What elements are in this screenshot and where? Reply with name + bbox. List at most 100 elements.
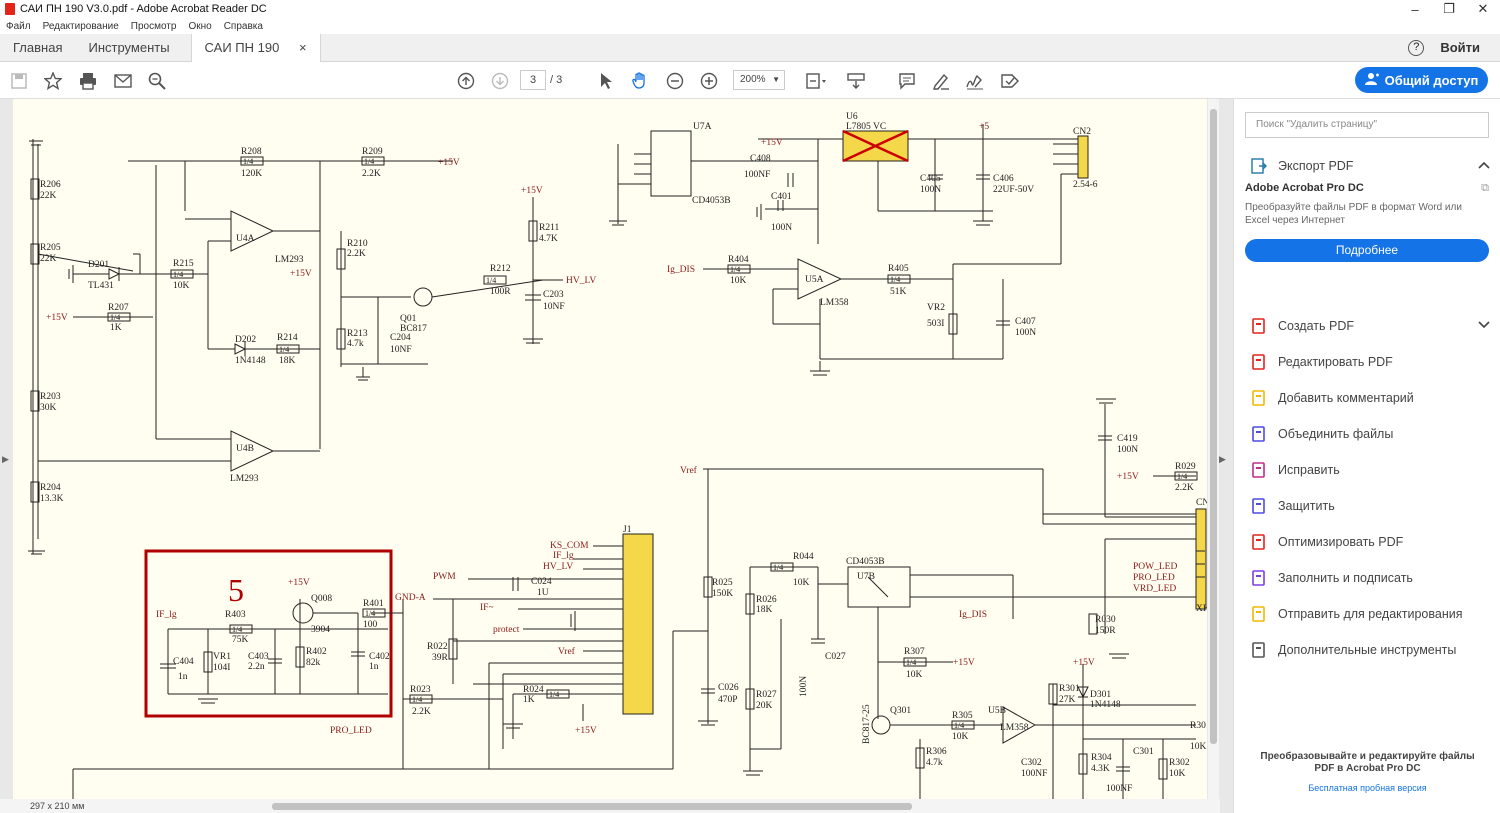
tab-close-button[interactable]: × bbox=[299, 34, 307, 62]
chevron-down-icon[interactable] bbox=[1478, 320, 1490, 332]
free-trial-link[interactable]: Бесплатная пробная версия bbox=[1234, 783, 1500, 793]
schematic-label-r307: R307 bbox=[904, 647, 925, 657]
login-button[interactable]: Войти bbox=[1440, 40, 1480, 55]
horizontal-scroll-thumb[interactable] bbox=[272, 803, 912, 810]
tab-document-label: САИ ПН 190 V3.0.... bbox=[204, 39, 280, 83]
left-panel-toggle-icon[interactable]: ▶ bbox=[2, 454, 9, 465]
menu-window[interactable]: Окно bbox=[188, 21, 211, 32]
highlight-pen-icon[interactable] bbox=[930, 70, 952, 92]
save-icon[interactable] bbox=[8, 70, 30, 92]
fill-sign-icon bbox=[1250, 569, 1268, 587]
page-navigator: 3 / 3 bbox=[520, 70, 562, 90]
email-icon[interactable] bbox=[112, 70, 134, 92]
schematic-label-cd4053: CD4053B bbox=[692, 196, 731, 206]
schematic-label-p15b: +15V bbox=[46, 313, 68, 323]
schematic-label-cn2: CN2 bbox=[1073, 127, 1091, 137]
schematic-label-c407v: 100N bbox=[1015, 328, 1036, 338]
tool-item[interactable]: Дополнительные инструменты bbox=[1250, 641, 1490, 659]
tool-item[interactable]: Объединить файлы bbox=[1250, 425, 1490, 443]
export-pdf-tool[interactable]: Экспорт PDF bbox=[1250, 157, 1490, 175]
schematic-label-r213: R213 bbox=[347, 329, 368, 339]
schematic-label-r404: R404 bbox=[728, 255, 749, 265]
schematic-label-r022v: 39R bbox=[432, 653, 449, 663]
resistor-rating-label: 1/4 bbox=[243, 157, 253, 166]
tab-document[interactable]: САИ ПН 190 V3.0.... × bbox=[190, 33, 321, 83]
tool-item[interactable]: Оптимизировать PDF bbox=[1250, 533, 1490, 551]
edit-pdf-icon bbox=[1250, 353, 1268, 371]
fit-page-icon[interactable] bbox=[805, 70, 827, 92]
select-cursor-icon[interactable] bbox=[595, 70, 617, 92]
zoom-in-icon[interactable] bbox=[698, 70, 720, 92]
toolbar: 3 / 3 200% ▼ Общий доступ bbox=[0, 62, 1500, 99]
close-window-button[interactable]: ✕ bbox=[1466, 1, 1500, 17]
schematic-label-r213v: 4.7k bbox=[347, 339, 364, 349]
promo-text: Преобразуйте файлы PDF в формат Word или… bbox=[1245, 202, 1462, 226]
tool-item[interactable]: Исправить bbox=[1250, 461, 1490, 479]
scroll-mode-icon[interactable] bbox=[845, 70, 867, 92]
right-panel-toggle-icon[interactable]: ▶ bbox=[1219, 454, 1226, 465]
hand-tool-icon[interactable] bbox=[629, 70, 651, 92]
minimize-button[interactable]: – bbox=[1398, 2, 1432, 17]
schematic-label-r205: R205 bbox=[40, 243, 61, 253]
tool-label: Заполнить и подписать bbox=[1278, 571, 1413, 585]
schematic-label-c401: C401 bbox=[771, 192, 792, 202]
schematic-label-c026: C026 bbox=[718, 683, 739, 693]
maximize-button[interactable]: ❐ bbox=[1432, 1, 1466, 17]
help-icon[interactable]: ? bbox=[1408, 39, 1425, 56]
schematic-label-r212v: 100R bbox=[490, 287, 511, 297]
prev-page-icon[interactable] bbox=[455, 70, 477, 92]
schematic-label-c203: C203 bbox=[543, 290, 564, 300]
schematic-label-vr1v: 104I bbox=[213, 663, 230, 673]
tool-item[interactable]: Создать PDF bbox=[1250, 317, 1490, 335]
comment-icon[interactable] bbox=[896, 70, 918, 92]
zoom-out-icon[interactable] bbox=[664, 70, 686, 92]
sign-icon[interactable] bbox=[964, 70, 986, 92]
bookmark-star-icon[interactable] bbox=[42, 70, 64, 92]
tab-tools[interactable]: Инструменты bbox=[75, 34, 182, 62]
tab-home[interactable]: Главная bbox=[0, 34, 75, 62]
menu-view[interactable]: Просмотр bbox=[131, 21, 177, 32]
schematic-label-r203: R203 bbox=[40, 392, 61, 402]
schematic-label-r214: R214 bbox=[277, 333, 298, 343]
share-button[interactable]: Общий доступ bbox=[1355, 67, 1488, 93]
tool-item[interactable]: Защитить bbox=[1250, 497, 1490, 515]
learn-more-button[interactable]: Подробнее bbox=[1245, 239, 1489, 262]
schematic-label-r044v: 10K bbox=[793, 578, 810, 588]
menu-edit[interactable]: Редактирование bbox=[43, 21, 119, 32]
schematic-label-r214v: 18K bbox=[279, 356, 296, 366]
page-number-input[interactable]: 3 bbox=[520, 70, 546, 90]
menu-file[interactable]: Файл bbox=[6, 21, 31, 32]
next-page-icon[interactable] bbox=[489, 70, 511, 92]
title-bar: САИ ПН 190 V3.0.pdf - Adobe Acrobat Read… bbox=[0, 0, 1500, 18]
schematic-label-r211: R211 bbox=[539, 223, 559, 233]
tool-item[interactable]: Редактировать PDF bbox=[1250, 353, 1490, 371]
tool-item[interactable]: Отправить для редактирования bbox=[1250, 605, 1490, 623]
tool-item[interactable]: Добавить комментарий bbox=[1250, 389, 1490, 407]
copy-icon[interactable]: ⧉ bbox=[1481, 182, 1489, 195]
horizontal-scrollbar[interactable]: 297 x 210 мм bbox=[0, 799, 1220, 813]
schematic-label-r211v: 4.7K bbox=[539, 234, 558, 244]
tool-label: Редактировать PDF bbox=[1278, 355, 1393, 369]
schematic-label-r206: R206 bbox=[40, 180, 61, 190]
schematic-label-r306v: 4.7k bbox=[926, 758, 943, 768]
search-icon[interactable] bbox=[146, 70, 168, 92]
tools-search-input[interactable]: Поиск "Удалить страницу" bbox=[1245, 112, 1489, 138]
send-tag-icon[interactable] bbox=[999, 70, 1021, 92]
schematic-label-d301: D301 bbox=[1090, 690, 1111, 700]
document-viewer[interactable]: ▶ U4A LM293 U4B LM293 R208 120K R209 2.2… bbox=[0, 99, 1233, 813]
chevron-up-icon[interactable] bbox=[1478, 160, 1490, 172]
page-size-label: 297 x 210 мм bbox=[30, 801, 85, 811]
schematic-label-r025: R025 bbox=[712, 578, 733, 588]
tool-item[interactable]: Заполнить и подписать bbox=[1250, 569, 1490, 587]
print-icon[interactable] bbox=[77, 70, 99, 92]
zoom-select[interactable]: 200% ▼ bbox=[733, 70, 785, 90]
schematic-label-q301: Q301 bbox=[890, 706, 911, 716]
optimize-icon bbox=[1250, 533, 1268, 551]
menu-help[interactable]: Справка bbox=[224, 21, 263, 32]
schematic-label-c408: C408 bbox=[750, 154, 771, 164]
schematic-label-r212: R212 bbox=[490, 264, 511, 274]
vertical-scrollbar[interactable] bbox=[1208, 99, 1219, 799]
protect-icon bbox=[1250, 497, 1268, 515]
schematic-label-r044: R044 bbox=[793, 552, 814, 562]
vertical-scroll-thumb[interactable] bbox=[1210, 109, 1217, 744]
